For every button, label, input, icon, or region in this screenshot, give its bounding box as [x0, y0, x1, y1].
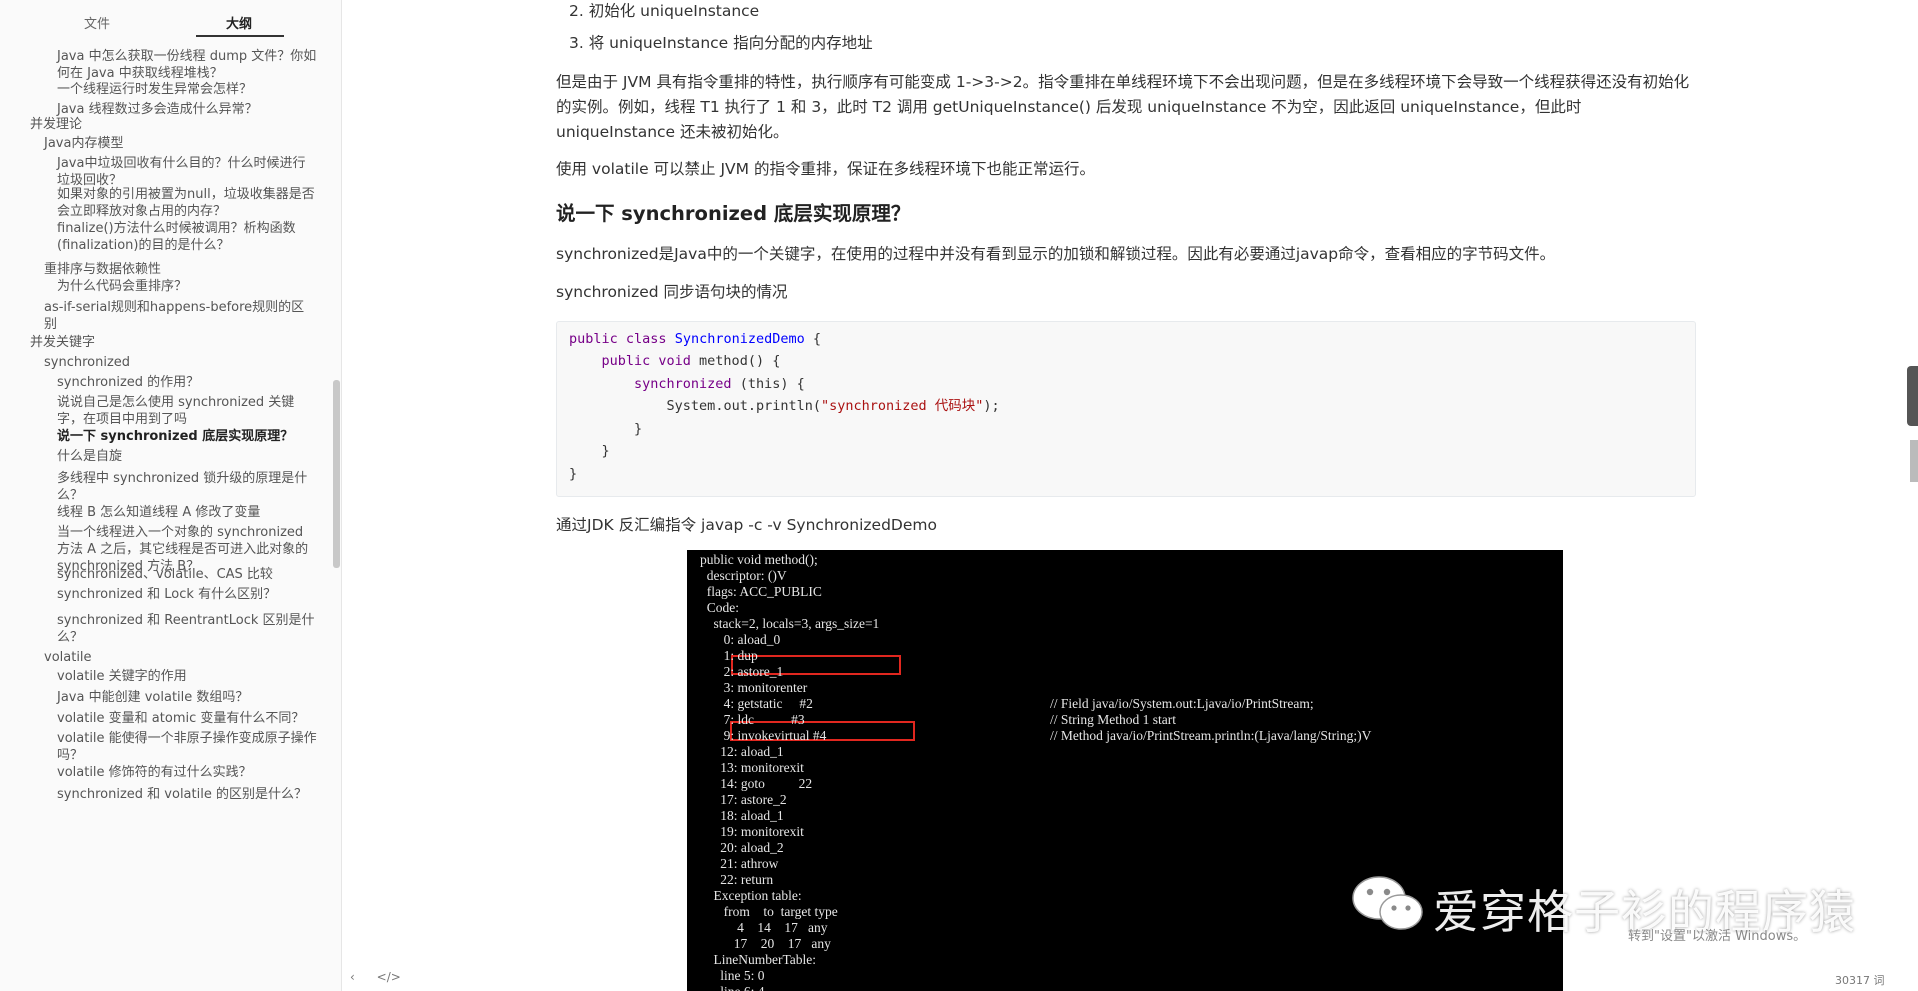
outline-item[interactable]: volatile 关键字的作用: [57, 668, 317, 685]
outline-item[interactable]: volatile 能使得一个非原子操作变成原子操作吗？: [57, 730, 317, 764]
bytecode-line: 17 20 17 any: [700, 936, 831, 951]
outline-item[interactable]: synchronized: [44, 354, 314, 371]
bytecode-line: Exception table:: [700, 888, 802, 903]
bytecode-line: 3: monitorenter: [700, 680, 808, 695]
source-code-mode-icon[interactable]: </>: [377, 970, 401, 984]
word-count: 30317 词: [1835, 974, 1885, 987]
outline-item[interactable]: volatile 变量和 atomic 变量有什么不同？: [57, 710, 317, 727]
bytecode-comment: // Method java/io/PrintStream.println:(L…: [1050, 728, 1372, 743]
code-line: System.out.println("synchronized 代码块");: [666, 398, 1000, 414]
outline-item[interactable]: 什么是自旋: [57, 448, 317, 465]
bytecode-line: 13: monitorexit: [700, 760, 804, 775]
bytecode-line: from to target type: [700, 904, 838, 919]
bytecode-line: descriptor: ()V: [700, 568, 787, 583]
outline-item[interactable]: synchronized 和 ReentrantLock 区别是什么？: [57, 612, 317, 646]
paragraph: 但是由于 JVM 具有指令重排的特性，执行顺序有可能变成 1->3->2。指令重…: [556, 73, 1690, 141]
bytecode-line: 12: aload_1: [700, 744, 784, 759]
outline-sidebar: 文件 大纲 Java 中怎么获取一份线程 dump 文件？你如何在 Java 中…: [0, 0, 342, 991]
bytecode-comment: // String Method 1 start: [1050, 712, 1176, 727]
outline-item[interactable]: 并发理论: [30, 116, 310, 133]
outline-item[interactable]: Java内存模型: [44, 135, 314, 152]
outline-item[interactable]: 说说自己是怎么使用 synchronized 关键字，在项目中用到了吗: [57, 394, 317, 428]
outline-item[interactable]: synchronized 的作用？: [57, 374, 317, 391]
bytecode-line: stack=2, locals=3, args_size=1: [700, 616, 880, 631]
outline-item[interactable]: 并发关键字: [30, 334, 310, 351]
bytecode-line: 14: goto 22: [700, 776, 813, 791]
bytecode-line: 20: aload_2: [700, 840, 784, 855]
outline-item[interactable]: 线程 B 怎么知道线程 A 修改了变量: [57, 504, 317, 521]
bytecode-line: 18: aload_1: [700, 808, 784, 823]
bytecode-line: LineNumberTable:: [700, 952, 817, 967]
bytecode-line: 17: astore_2: [700, 792, 787, 807]
bytecode-line: public void method();: [700, 552, 818, 567]
paragraph: 使用 volatile 可以禁止 JVM 的指令重排，保证在多线程环境下也能正常…: [556, 160, 1095, 178]
outline-item[interactable]: volatile: [44, 649, 314, 666]
collapse-sidebar-icon[interactable]: ‹: [350, 970, 355, 984]
bytecode-line: 21: athrow: [700, 856, 779, 871]
list-item: 3. 将 uniqueInstance 指向分配的内存地址: [569, 34, 873, 52]
outline-item[interactable]: synchronized 和 Lock 有什么区别？: [57, 586, 317, 603]
bytecode-line: flags: ACC_PUBLIC: [700, 584, 822, 599]
outline-item[interactable]: as-if-serial规则和happens-before规则的区别: [44, 299, 314, 333]
tab-files[interactable]: 文件: [84, 13, 110, 32]
outline-item[interactable]: 一个线程运行时发生异常会怎样？: [57, 81, 317, 98]
sidebar-bottom-toolbar: ‹ </>: [350, 970, 419, 984]
bytecode-line: 1: dup: [700, 648, 758, 663]
active-tab-indicator: [196, 35, 284, 37]
outline-item[interactable]: 多线程中 synchronized 锁升级的原理是什么？: [57, 470, 317, 504]
outline-item[interactable]: Java 中能创建 volatile 数组吗？: [57, 689, 317, 706]
outline-list: Java 中怎么获取一份线程 dump 文件？你如何在 Java 中获取线程堆栈…: [0, 48, 330, 991]
bytecode-line: 4 14 17 any: [700, 920, 828, 935]
outline-item[interactable]: volatile 修饰符的有过什么实践？: [57, 764, 317, 781]
outline-item[interactable]: Java中垃圾回收有什么目的？什么时候进行垃圾回收？: [57, 155, 317, 189]
bytecode-line: 22: return: [700, 872, 774, 887]
outline-item[interactable]: 说一下 synchronized 底层实现原理？: [57, 428, 317, 445]
code-line: synchronized (this) {: [634, 376, 805, 392]
code-line: public class SynchronizedDemo {: [569, 331, 821, 347]
outline-item[interactable]: Java 中怎么获取一份线程 dump 文件？你如何在 Java 中获取线程堆栈…: [57, 48, 317, 82]
bytecode-line: 2: astore_1: [700, 664, 784, 679]
outline-item[interactable]: finalize()方法什么时候被调用？析构函数(finalization)的目…: [57, 220, 317, 254]
outline-item[interactable]: 重排序与数据依赖性: [44, 261, 314, 278]
bytecode-comment: // Field java/io/System.out:Ljava/io/Pri…: [1050, 696, 1314, 711]
activate-windows-text: 转到"设置"以激活 Windows。: [1628, 929, 1807, 944]
list-item: 2. 初始化 uniqueInstance: [569, 2, 760, 20]
sidebar-scrollbar[interactable]: [333, 380, 340, 568]
bytecode-line: 7: ldc #3: [700, 712, 805, 727]
code-block[interactable]: public class SynchronizedDemo { public v…: [556, 321, 1696, 497]
paragraph: 通过JDK 反汇编指令 javap -c -v SynchronizedDemo: [556, 516, 937, 534]
bytecode-line: line 6: 4: [700, 984, 764, 991]
outline-item[interactable]: 如果对象的引用被置为null，垃圾收集器是否会立即释放对象占用的内存？: [57, 186, 317, 220]
bytecode-line: 4: getstatic #2: [700, 696, 813, 711]
code-line: }: [634, 421, 643, 437]
paragraph: synchronized是Java中的一个关键字，在使用的过程中并没有看到显示的…: [556, 245, 1556, 263]
wechat-logo-icon: [1352, 876, 1423, 930]
code-line: }: [601, 443, 610, 459]
bytecode-line: 19: monitorexit: [700, 824, 804, 839]
paragraph: synchronized 同步语句块的情况: [556, 283, 788, 301]
outline-item[interactable]: 为什么代码会重排序？: [57, 278, 317, 295]
section-heading: 说一下 synchronized 底层实现原理？: [556, 202, 911, 225]
bytecode-line: line 5: 0: [700, 968, 765, 983]
outline-item[interactable]: synchronized、volatile、CAS 比较: [57, 566, 317, 583]
sidebar-tabs: 文件 大纲: [0, 0, 342, 44]
bytecode-line: Code:: [700, 600, 739, 615]
bytecode-line: 9: invokevirtual #4: [700, 728, 827, 743]
document-content: 2. 初始化 uniqueInstance 3. 将 uniqueInstanc…: [556, 0, 1696, 991]
code-line: public void method() {: [601, 353, 781, 369]
tab-outline[interactable]: 大纲: [226, 13, 252, 32]
outline-item[interactable]: synchronized 和 volatile 的区别是什么？: [57, 786, 317, 803]
bytecode-line: 0: aload_0: [700, 632, 781, 647]
code-line: }: [569, 466, 578, 482]
edge-scroll-indicator[interactable]: [1910, 440, 1918, 482]
edge-widget[interactable]: [1907, 366, 1918, 426]
